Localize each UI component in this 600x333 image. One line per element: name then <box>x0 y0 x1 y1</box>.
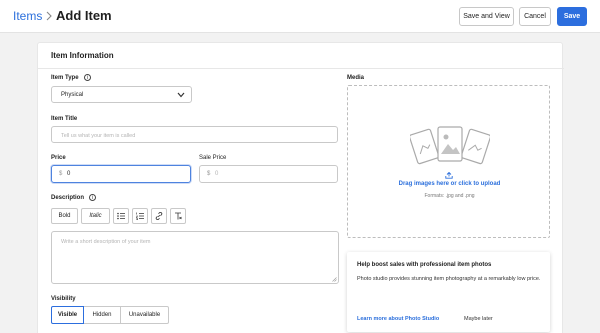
sale-price-input[interactable]: $ 0 <box>199 165 338 183</box>
bold-button[interactable]: Bold <box>51 208 78 224</box>
promo-body: Photo studio provides stunning item phot… <box>357 276 541 282</box>
italic-button[interactable]: Italic <box>81 208 110 224</box>
numbered-list-icon <box>136 212 144 220</box>
price-label: Price <box>51 155 66 161</box>
info-icon[interactable]: i <box>84 74 91 81</box>
visibility-unavailable-option[interactable]: Unavailable <box>120 306 169 324</box>
sale-price-label: Sale Price <box>199 155 227 161</box>
item-type-value: Physical <box>61 92 84 98</box>
visibility-hidden-option[interactable]: Hidden <box>83 306 121 324</box>
page-title: Add Item <box>56 8 112 23</box>
learn-more-link[interactable]: Learn more about Photo Studio <box>357 316 439 322</box>
upload-link[interactable]: Drag images here or click to upload <box>348 181 551 187</box>
sale-price-placeholder: 0 <box>215 171 219 177</box>
top-bar: Items Add Item Save and View Cancel Save <box>0 0 600 33</box>
upload-icon <box>445 172 453 179</box>
item-title-placeholder: Tell us what your item is called <box>61 133 136 139</box>
numbered-list-button[interactable] <box>132 208 148 224</box>
price-value: 0 <box>67 171 71 177</box>
maybe-later-button[interactable]: Maybe later <box>464 316 493 322</box>
description-placeholder: Write a short description of your item <box>61 239 151 245</box>
item-title-input[interactable]: Tell us what your item is called <box>51 126 338 143</box>
chevron-down-icon <box>177 92 185 98</box>
description-textarea[interactable]: Write a short description of your item <box>51 231 339 284</box>
cancel-button[interactable]: Cancel <box>519 7 551 26</box>
supported-formats: Formats: .jpg and .png <box>424 193 475 199</box>
item-information-card: Item Information Item Type i Physical It… <box>37 42 564 333</box>
item-title-label: Item Title <box>51 116 78 122</box>
visibility-visible-option[interactable]: Visible <box>51 306 84 324</box>
price-currency: $ <box>59 171 63 177</box>
clear-formatting-button[interactable] <box>170 208 186 224</box>
save-and-view-button[interactable]: Save and View <box>459 7 514 26</box>
link-icon <box>155 212 163 220</box>
section-divider <box>38 68 564 69</box>
sale-price-currency: $ <box>207 171 211 177</box>
info-icon[interactable]: i <box>89 194 96 201</box>
bulleted-list-button[interactable] <box>113 208 129 224</box>
insert-link-button[interactable] <box>151 208 167 224</box>
description-label: Description <box>51 195 85 201</box>
section-title: Item Information <box>51 51 114 60</box>
media-dropzone[interactable]: Drag images here or click to upload Form… <box>347 85 550 238</box>
photo-studio-promo: Help boost sales with professional item … <box>347 252 550 332</box>
visibility-label: Visibility <box>51 296 76 302</box>
breadcrumb-items-link[interactable]: Items <box>13 9 42 23</box>
media-label: Media <box>347 75 365 81</box>
promo-title: Help boost sales with professional item … <box>357 262 492 268</box>
resize-handle-icon[interactable] <box>332 277 337 282</box>
price-input[interactable]: $ 0 <box>51 165 191 183</box>
photos-placeholder-icon <box>410 126 490 165</box>
bulleted-list-icon <box>117 212 125 220</box>
item-type-select[interactable]: Physical <box>51 86 192 103</box>
item-type-label: Item Type <box>51 75 79 81</box>
chevron-right-icon <box>46 11 52 21</box>
clear-format-icon <box>175 212 182 220</box>
save-button[interactable]: Save <box>557 7 587 26</box>
